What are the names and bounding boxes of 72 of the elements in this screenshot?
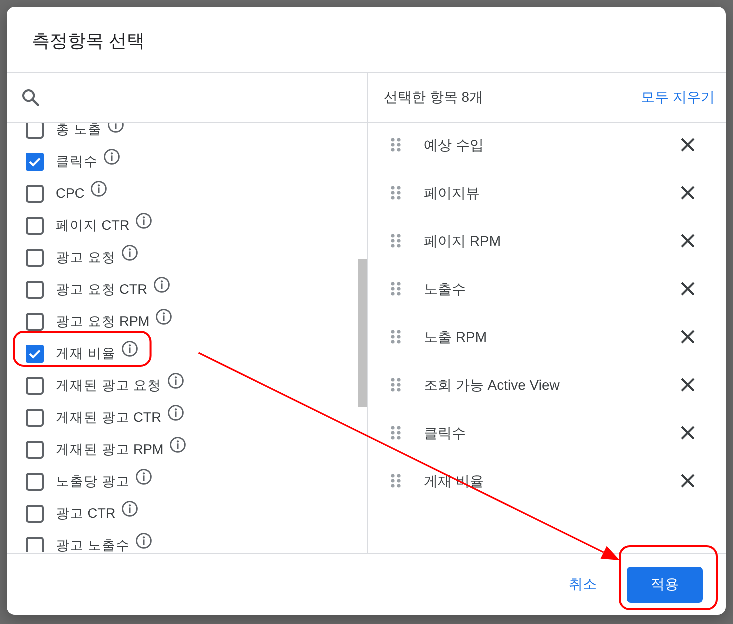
close-icon[interactable] [681,426,695,440]
apply-button[interactable]: 적용 [627,566,703,602]
info-icon[interactable] [122,244,138,260]
checkbox[interactable] [26,123,44,139]
drag-handle-icon[interactable] [391,282,401,296]
metric-label: 게재된 광고 요청 [56,378,162,394]
metric-label: 총 노출 [56,123,102,138]
checkbox[interactable] [26,345,44,363]
info-icon[interactable] [122,340,138,356]
checkbox[interactable] [26,409,44,427]
selected-metric-label: 예상 수입 [424,136,485,154]
metric-label: 클릭수 [56,154,98,170]
close-icon[interactable] [681,138,695,152]
close-icon[interactable] [681,234,695,248]
checkbox[interactable] [26,217,44,235]
close-icon[interactable] [681,186,695,200]
metric-label: 게재된 광고 CTR [56,410,162,426]
metric-label: 광고 노출수 [56,538,130,552]
metric-label: CPC [56,186,85,202]
close-icon[interactable] [681,282,695,296]
drag-handle-icon[interactable] [391,474,401,488]
metric-label: 노출당 광고 [56,474,130,490]
checkbox[interactable] [26,185,44,203]
close-icon[interactable] [681,474,695,488]
checkbox[interactable] [26,281,44,299]
close-icon[interactable] [681,330,695,344]
selected-metric-label: 조회 가능 Active View [424,376,561,394]
checkbox[interactable] [26,249,44,267]
clear-all-link[interactable]: 모두 지우기 [641,87,715,108]
drag-handle-icon[interactable] [391,138,401,152]
cancel-button[interactable]: 취소 [557,566,609,602]
metric-label: 페이지 CTR [56,218,130,234]
info-icon[interactable] [168,372,184,388]
checkbox[interactable] [26,505,44,523]
drag-handle-icon[interactable] [391,234,401,248]
checkbox[interactable] [26,537,44,552]
info-icon[interactable] [122,500,138,516]
drag-handle-icon[interactable] [391,378,401,392]
search-icon [22,89,39,106]
metric-label: 게재된 광고 RPM [56,442,164,458]
metric-label: 게재 비율 [56,346,116,362]
scrollbar-thumb[interactable] [358,259,367,407]
info-icon[interactable] [154,276,170,292]
info-icon[interactable] [156,308,172,324]
info-icon[interactable] [168,404,184,420]
close-icon[interactable] [681,378,695,392]
selection-count: 선택한 항목 8개 [384,88,484,107]
metric-label: 광고 CTR [56,506,116,522]
info-icon[interactable] [136,212,152,228]
metric-label: 광고 요청 RPM [56,314,150,330]
selected-metric-label: 노출수 [424,280,467,298]
checkbox[interactable] [26,473,44,491]
info-icon[interactable] [136,468,152,484]
checkbox[interactable] [26,441,44,459]
info-icon[interactable] [90,180,107,196]
checkbox[interactable] [26,153,44,171]
metric-label: 광고 요청 [56,250,116,266]
drag-handle-icon[interactable] [391,186,401,200]
drag-handle-icon[interactable] [391,426,401,440]
info-icon[interactable] [136,532,152,548]
metric-label: 광고 요청 CTR [56,282,148,298]
dialog-title: 측정항목 선택 [32,30,146,53]
info-icon[interactable] [104,148,120,164]
checkbox[interactable] [26,313,44,331]
selected-metric-label: 노출 RPM [424,328,488,346]
selected-metric-label: 클릭수 [424,424,467,442]
info-icon[interactable] [170,436,186,452]
selected-metric-label: 페이지뷰 [424,184,481,202]
selected-metric-label: 페이지 RPM [424,232,502,250]
checkbox[interactable] [26,377,44,395]
drag-handle-icon[interactable] [391,330,401,344]
selected-metric-label: 게재 비율 [424,472,485,490]
